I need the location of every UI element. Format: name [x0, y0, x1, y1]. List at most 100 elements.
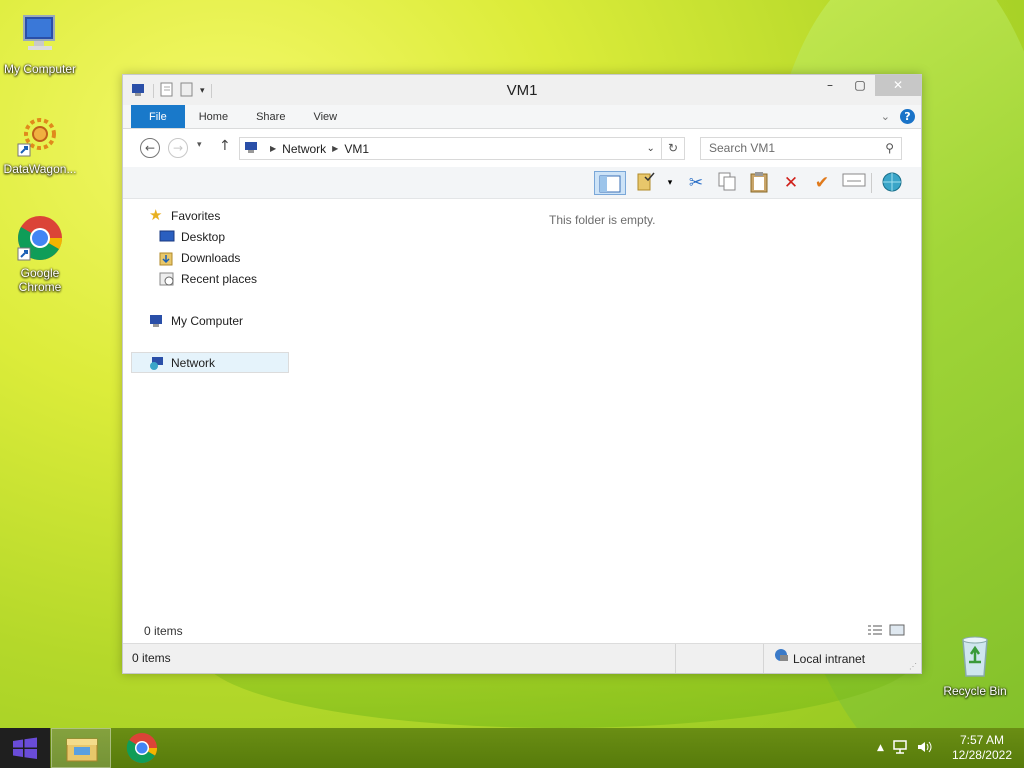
desktop-icon-label: Recycle Bin — [943, 684, 1007, 698]
preview-pane-icon[interactable] — [594, 171, 626, 195]
cut-icon[interactable]: ✂ — [683, 171, 709, 195]
empty-folder-message: This folder is empty. — [549, 213, 656, 227]
clock-time: 7:57 AM — [959, 733, 1004, 747]
select-dropdown-icon[interactable]: ▾ — [657, 171, 683, 195]
nav-label: Recent places — [181, 271, 258, 286]
ribbon-tabs: File Home Share View ⌄ ? — [123, 105, 921, 129]
breadcrumb-chevron-icon[interactable]: ▶ — [332, 144, 338, 153]
star-icon: ★ — [149, 206, 163, 224]
minimize-button[interactable]: – — [815, 75, 845, 96]
desktop-icon-datawagon[interactable]: DataWagon... — [0, 110, 80, 176]
network-icon — [149, 356, 165, 370]
rename-check-icon[interactable]: ✔ — [809, 171, 835, 195]
datawagon-icon — [16, 110, 64, 158]
zone-label: Local intranet — [793, 651, 866, 666]
maximize-button[interactable]: ▢ — [845, 75, 875, 96]
nav-my-computer[interactable]: My Computer — [131, 310, 289, 331]
address-dropdown-icon[interactable]: ⌄ — [647, 143, 655, 154]
address-row: ← → ▾ ↑ ▶ Network ▶ VM1 ⌄ ↻ Search VM1 ⚲ — [123, 129, 921, 167]
help-icon[interactable]: ? — [900, 109, 915, 124]
address-bar[interactable]: ▶ Network ▶ VM1 ⌄ ↻ — [239, 137, 685, 160]
file-explorer-icon — [66, 738, 98, 762]
up-button[interactable]: ↑ — [219, 138, 231, 154]
volume-icon[interactable] — [916, 739, 932, 758]
expand-ribbon-icon[interactable]: ⌄ — [881, 110, 890, 123]
window-controls: – ▢ ✕ — [815, 75, 921, 96]
recent-places-icon — [159, 272, 175, 286]
computer-icon — [149, 314, 165, 328]
back-button[interactable]: ← — [140, 138, 160, 158]
desktop-icon-label: My Computer — [3, 62, 77, 76]
status-zone: Local intranet — [764, 644, 904, 673]
start-button[interactable] — [0, 728, 50, 768]
nav-favorites[interactable]: ★ Favorites — [131, 205, 289, 226]
clock-date: 12/28/2022 — [951, 748, 1012, 762]
network-status-icon[interactable] — [892, 739, 908, 758]
paste-icon[interactable] — [746, 171, 772, 195]
search-input[interactable]: Search VM1 ⚲ — [700, 137, 902, 160]
nav-label: My Computer — [171, 313, 244, 328]
desktop-icon-label: Google Chrome — [18, 266, 62, 294]
refresh-icon[interactable]: ↻ — [660, 138, 684, 159]
nav-desktop[interactable]: Desktop — [131, 226, 289, 247]
nav-label: Desktop — [181, 229, 226, 244]
network-globe-icon[interactable] — [879, 171, 905, 195]
nav-label: Favorites — [171, 208, 221, 223]
recycle-bin-icon — [951, 632, 999, 680]
chrome-icon — [126, 733, 158, 764]
navigation-pane: ★ Favorites Desktop Downloads Recent pla… — [131, 201, 289, 617]
chrome-icon — [16, 214, 64, 262]
title-bar[interactable]: ▾ VM1 – ▢ ✕ — [123, 75, 921, 105]
forward-button[interactable]: → — [168, 138, 188, 158]
computer-icon — [16, 10, 64, 58]
view-footer: 0 items — [131, 622, 913, 642]
clock[interactable]: 7:57 AM 12/28/2022 — [952, 733, 1012, 763]
breadcrumb-network[interactable]: Network — [282, 142, 326, 156]
windows-logo-icon — [13, 737, 37, 759]
status-item-count: 0 items — [123, 644, 676, 673]
intranet-globe-icon — [773, 645, 789, 673]
breadcrumb-chevron-icon[interactable]: ▶ — [270, 144, 276, 153]
search-icon: ⚲ — [885, 141, 894, 155]
details-view-icon[interactable] — [867, 624, 883, 639]
desktop-icon-label: DataWagon... — [3, 162, 77, 176]
desktop-icon — [159, 230, 175, 244]
command-toolbar: ▾ ✂ ✕ ✔ — [123, 167, 921, 199]
desktop-icon-my-computer[interactable]: My Computer — [0, 10, 80, 76]
desktop-icon-recycle-bin[interactable]: Recycle Bin — [935, 632, 1015, 698]
nav-label: Downloads — [181, 250, 241, 265]
large-icons-view-icon[interactable] — [889, 624, 905, 639]
nav-network[interactable]: Network — [131, 352, 289, 373]
tab-file[interactable]: File — [131, 105, 185, 128]
select-folder-icon[interactable] — [633, 171, 659, 195]
breadcrumb-vm1[interactable]: VM1 — [344, 142, 369, 156]
divider — [871, 173, 872, 193]
show-hidden-icons-icon[interactable]: ▲ — [877, 743, 884, 753]
tab-home[interactable]: Home — [185, 105, 242, 128]
downloads-icon — [159, 251, 175, 265]
ribbon-right-controls: ⌄ ? — [881, 109, 915, 124]
delete-icon[interactable]: ✕ — [778, 171, 804, 195]
tab-share[interactable]: Share — [242, 105, 299, 128]
computer-small-icon — [244, 141, 260, 157]
copy-icon[interactable] — [714, 171, 740, 195]
nav-label: Network — [171, 355, 216, 370]
window-title: VM1 — [506, 82, 538, 99]
explorer-window[interactable]: ▾ VM1 – ▢ ✕ File Home Share View ⌄ ? ← →… — [122, 74, 922, 674]
nav-downloads[interactable]: Downloads — [131, 247, 289, 268]
taskbar-chrome[interactable] — [112, 728, 172, 768]
nav-recent-places[interactable]: Recent places — [131, 268, 289, 289]
status-spacer — [676, 644, 764, 673]
recent-locations-button[interactable]: ▾ — [197, 140, 202, 150]
system-tray: ▲ 7:57 AM 12/28/2022 — [877, 728, 1012, 768]
search-placeholder: Search VM1 — [709, 141, 776, 155]
taskbar-file-explorer[interactable] — [51, 728, 111, 768]
close-button[interactable]: ✕ — [875, 75, 921, 96]
resize-grip-icon[interactable]: ⋰ — [909, 662, 917, 671]
properties-card-icon[interactable] — [841, 171, 867, 195]
item-count: 0 items — [144, 624, 183, 638]
tab-view[interactable]: View — [299, 105, 351, 128]
desktop-icon-chrome[interactable]: Google Chrome — [0, 214, 80, 294]
taskbar: ▲ 7:57 AM 12/28/2022 — [0, 728, 1024, 768]
status-bar: 0 items Local intranet ⋰ — [123, 643, 921, 673]
